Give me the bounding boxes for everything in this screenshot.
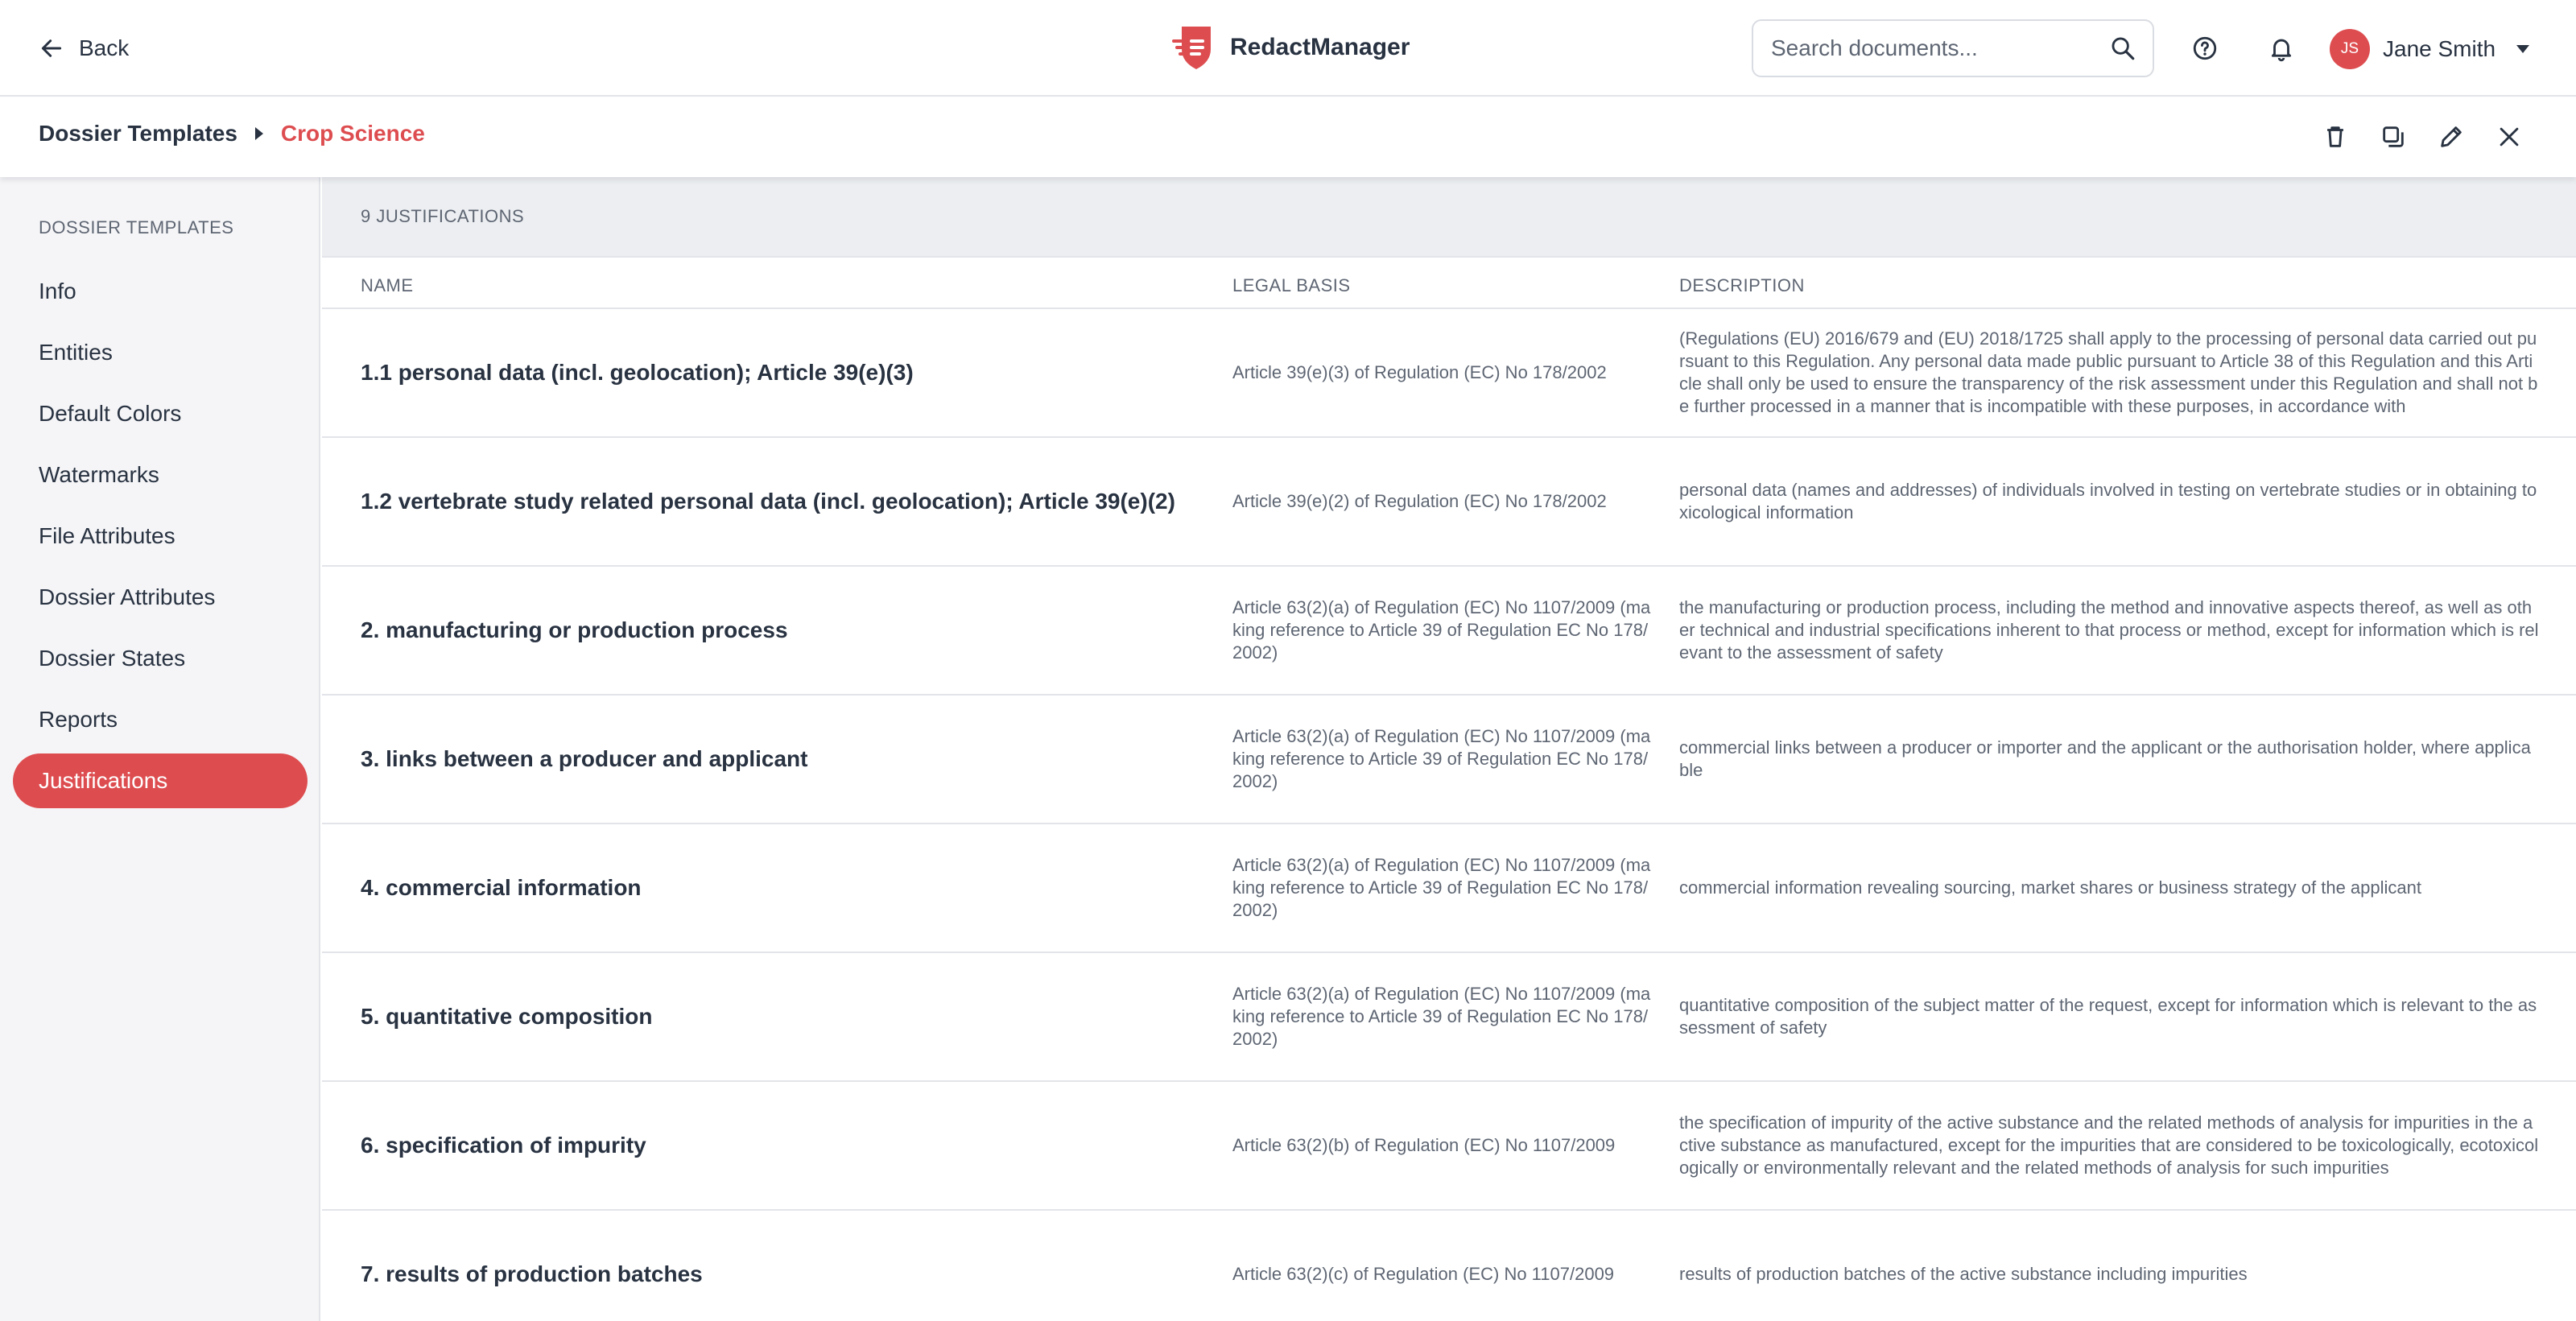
- sidebar-item-default-colors[interactable]: Default Colors: [13, 386, 308, 441]
- copy-icon: [2383, 126, 2404, 147]
- legal-basis-text: Article 63(2)(a) of Regulation (EC) No 1…: [1232, 855, 1651, 920]
- top-bar: Back RedactManager JS Jane Smith: [0, 0, 2576, 97]
- table-row[interactable]: 6. specification of impurity Article 63(…: [322, 1082, 2576, 1211]
- justification-name: 1.1 personal data (incl. geolocation); A…: [361, 360, 914, 385]
- justification-legal-basis: Article 63(2)(a) of Regulation (EC) No 1…: [1232, 567, 1651, 694]
- legal-basis-text: Article 39(e)(3) of Regulation (EC) No 1…: [1232, 362, 1607, 382]
- justification-legal-basis: Article 63(2)(a) of Regulation (EC) No 1…: [1232, 696, 1651, 823]
- table-row[interactable]: 3. links between a producer and applican…: [322, 696, 2576, 824]
- bell-icon: [2271, 39, 2292, 62]
- back-button[interactable]: Back: [39, 29, 129, 68]
- caret-right-icon: [254, 127, 263, 140]
- justification-legal-basis: Article 63(2)(a) of Regulation (EC) No 1…: [1232, 824, 1651, 952]
- close-icon: [2500, 127, 2519, 147]
- legal-basis-text: Article 63(2)(a) of Regulation (EC) No 1…: [1232, 597, 1651, 663]
- justification-name: 2. manufacturing or production process: [361, 617, 788, 642]
- table-row[interactable]: 4. commercial information Article 63(2)(…: [322, 824, 2576, 953]
- avatar: JS: [2330, 29, 2370, 69]
- close-button[interactable]: [2487, 114, 2532, 159]
- column-header-name[interactable]: NAME: [361, 275, 414, 296]
- justifications-count: 9 JUSTIFICATIONS: [361, 206, 525, 226]
- edit-button[interactable]: [2429, 114, 2474, 159]
- user-name: Jane Smith: [2383, 36, 2496, 61]
- justification-legal-basis: Article 63(2)(c) of Regulation (EC) No 1…: [1232, 1211, 1651, 1321]
- justification-name: 5. quantitative composition: [361, 1004, 653, 1029]
- justification-legal-basis: Article 63(2)(b) of Regulation (EC) No 1…: [1232, 1082, 1651, 1209]
- table-row[interactable]: 2. manufacturing or production process A…: [322, 567, 2576, 696]
- breadcrumb-current[interactable]: Crop Science: [281, 121, 425, 147]
- sidebar-item-watermarks[interactable]: Watermarks: [13, 448, 308, 502]
- legal-basis-text: Article 63(2)(a) of Regulation (EC) No 1…: [1232, 984, 1651, 1049]
- sidebar-item-info[interactable]: Info: [13, 264, 308, 319]
- legal-basis-text: Article 63(2)(a) of Regulation (EC) No 1…: [1232, 726, 1651, 791]
- arrow-left-icon: [41, 39, 62, 57]
- justification-legal-basis: Article 63(2)(a) of Regulation (EC) No 1…: [1232, 953, 1651, 1080]
- sidebar-item-entities[interactable]: Entities: [13, 325, 308, 380]
- description-text: personal data (names and addresses) of i…: [1679, 480, 2537, 522]
- notifications-button[interactable]: [2259, 26, 2304, 71]
- legal-basis-text: Article 63(2)(b) of Regulation (EC) No 1…: [1232, 1135, 1616, 1155]
- help-button[interactable]: [2182, 26, 2227, 71]
- sidebar-item-dossier-states[interactable]: Dossier States: [13, 631, 308, 686]
- justification-description: the specification of impurity of the act…: [1679, 1082, 2541, 1209]
- description-text: (Regulations (EU) 2016/679 and (EU) 2018…: [1679, 328, 2538, 416]
- justification-description: results of production batches of the act…: [1679, 1211, 2541, 1321]
- justification-legal-basis: Article 39(e)(3) of Regulation (EC) No 1…: [1232, 309, 1651, 436]
- justification-description: commercial information revealing sourcin…: [1679, 824, 2541, 952]
- search-icon[interactable]: [2109, 35, 2136, 62]
- justification-name: 1.2 vertebrate study related personal da…: [361, 489, 1175, 514]
- brand-logo[interactable]: RedactManager: [1170, 23, 1410, 72]
- description-text: quantitative composition of the subject …: [1679, 995, 2537, 1038]
- table-row[interactable]: 7. results of production batches Article…: [322, 1211, 2576, 1321]
- justification-name: 3. links between a producer and applican…: [361, 746, 808, 771]
- column-header-legal-basis[interactable]: LEGAL BASIS: [1232, 275, 1351, 296]
- sidebar-item-dossier-attributes[interactable]: Dossier Attributes: [13, 570, 308, 625]
- description-text: commercial links between a producer or i…: [1679, 737, 2531, 780]
- breadcrumb-bar: Dossier Templates Crop Science: [0, 98, 2576, 177]
- shield-logo-icon: [1172, 27, 1211, 69]
- breadcrumb-root[interactable]: Dossier Templates: [39, 121, 237, 147]
- sidebar-item-file-attributes[interactable]: File Attributes: [13, 509, 308, 563]
- justification-description: the manufacturing or production process,…: [1679, 567, 2541, 694]
- back-label: Back: [79, 35, 130, 60]
- justification-description: personal data (names and addresses) of i…: [1679, 438, 2541, 565]
- justification-name: 6. specification of impurity: [361, 1133, 646, 1158]
- description-text: results of production batches of the act…: [1679, 1264, 2248, 1284]
- justification-description: commercial links between a producer or i…: [1679, 696, 2541, 823]
- description-text: the specification of impurity of the act…: [1679, 1113, 2539, 1178]
- help-icon: [2193, 36, 2217, 60]
- justification-description: (Regulations (EU) 2016/679 and (EU) 2018…: [1679, 309, 2541, 436]
- pencil-icon: [2441, 126, 2462, 147]
- justification-name: 7. results of production batches: [361, 1261, 703, 1286]
- justification-description: quantitative composition of the subject …: [1679, 953, 2541, 1080]
- table-row[interactable]: 1.1 personal data (incl. geolocation); A…: [322, 309, 2576, 438]
- trash-icon: [2327, 126, 2343, 147]
- legal-basis-text: Article 39(e)(2) of Regulation (EC) No 1…: [1232, 491, 1607, 511]
- caret-down-icon: [2516, 45, 2530, 53]
- table-toolbar: 9 JUSTIFICATIONS: [322, 177, 2576, 258]
- justifications-panel: 9 JUSTIFICATIONS NAME LEGAL BASIS DESCRI…: [322, 177, 2576, 1321]
- sidebar-item-reports[interactable]: Reports: [13, 692, 308, 747]
- delete-button[interactable]: [2313, 114, 2358, 159]
- brand-name: RedactManager: [1230, 34, 1410, 60]
- justification-name: 4. commercial information: [361, 875, 642, 900]
- search-box[interactable]: [1752, 19, 2154, 77]
- legal-basis-text: Article 63(2)(c) of Regulation (EC) No 1…: [1232, 1264, 1615, 1284]
- sidebar-item-justifications[interactable]: Justifications: [13, 753, 308, 808]
- justification-legal-basis: Article 39(e)(2) of Regulation (EC) No 1…: [1232, 438, 1651, 565]
- search-input[interactable]: [1771, 35, 2109, 61]
- sidebar-title: DOSSIER TEMPLATES: [39, 217, 234, 237]
- table-row[interactable]: 1.2 vertebrate study related personal da…: [322, 438, 2576, 567]
- table-header: NAME LEGAL BASIS DESCRIPTION: [322, 259, 2576, 309]
- user-menu[interactable]: JS Jane Smith: [2330, 29, 2530, 69]
- table-row[interactable]: 5. quantitative composition Article 63(2…: [322, 953, 2576, 1082]
- clone-button[interactable]: [2371, 114, 2416, 159]
- description-text: the manufacturing or production process,…: [1679, 597, 2539, 663]
- column-header-description[interactable]: DESCRIPTION: [1679, 275, 1805, 296]
- breadcrumb: Dossier Templates Crop Science: [39, 121, 425, 147]
- description-text: commercial information revealing sourcin…: [1679, 877, 2421, 898]
- sidebar: DOSSIER TEMPLATES Info Entities Default …: [0, 177, 320, 1321]
